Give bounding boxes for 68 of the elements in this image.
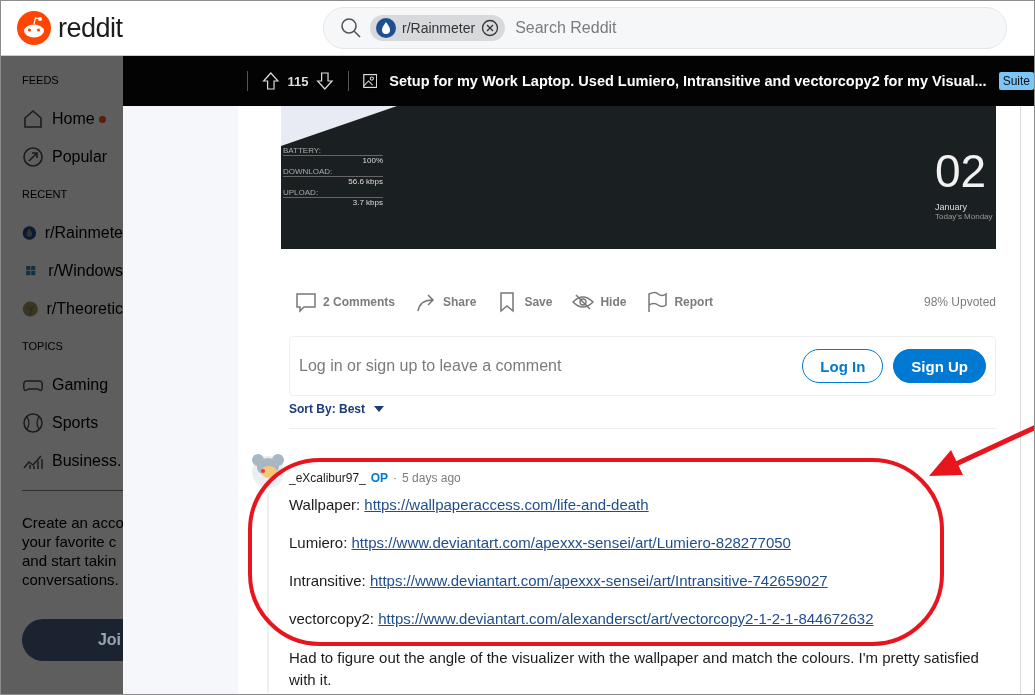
comment-time: 5 days ago	[402, 471, 461, 485]
comment-link[interactable]: https://wallpaperaccess.com/life-and-death	[364, 496, 649, 513]
stat-label: UPLOAD:	[283, 188, 383, 198]
comment-paragraph: Intransitive: https://www.deviantart.com/apexxx-sensei/art/Intransitive-742659027	[289, 571, 829, 591]
comment-author[interactable]: _eXcalibur97_	[289, 471, 366, 485]
promo-text: conversations.	[22, 570, 120, 589]
downvote-icon[interactable]	[316, 69, 335, 93]
sidebar-item[interactable]: r/Theoretic	[22, 290, 123, 328]
join-button[interactable]: Joi	[22, 619, 123, 661]
sidebar-item[interactable]: Home	[22, 100, 123, 138]
popular-icon	[22, 146, 44, 168]
stat-value: 3.7 kbps	[351, 198, 383, 207]
sidebar-item[interactable]: Gaming	[22, 366, 123, 404]
separator-dot: ·	[393, 471, 398, 485]
flag	[646, 291, 669, 313]
comment-link[interactable]: https://www.deviantart.com/alexandersct/art/vectorcopy2-1-2-1-844672632	[378, 610, 874, 627]
signup-button[interactable]: Sign Up	[893, 349, 986, 383]
image-icon	[362, 72, 378, 90]
action-button[interactable]: Save	[492, 289, 557, 315]
promo-text: your favorite c	[22, 532, 118, 551]
stat-value: 56.6 kbps	[347, 177, 383, 186]
upvote-icon[interactable]	[261, 69, 280, 93]
sidebar-item[interactable]: Sports	[22, 404, 123, 442]
avatar-icon	[251, 451, 285, 489]
stat-label: DOWNLOAD:	[283, 167, 383, 177]
comment-link[interactable]: https://www.deviantart.com/apexxx-sensei/art/Lumiero-828277050	[351, 534, 791, 551]
month-text: January	[935, 202, 969, 212]
comment-paragraph: Lumiero: https://www.deviantart.com/apexxx-sensei/art/Lumiero-828277050	[289, 533, 792, 553]
day-number: 02	[935, 148, 988, 194]
sidebar-item[interactable]: r/Windows	[22, 252, 123, 290]
caret-icon	[374, 406, 384, 412]
comment-paragraph: vectorcopy2: https://www.deviantart.com/alexandersct/art/vectorcopy2-1-2-1-844672632	[289, 609, 875, 629]
weekday-text: Today's Monday	[935, 212, 994, 221]
search-icon	[340, 17, 362, 39]
home-icon	[22, 108, 44, 130]
section-heading: TOPICS	[22, 340, 64, 352]
action-button[interactable]: 2 Comments	[291, 289, 400, 315]
action-button[interactable]: Hide	[568, 289, 631, 315]
drop-icon	[376, 18, 396, 38]
upvote-ratio: 98% Upvoted	[923, 295, 996, 309]
sidebar-item[interactable]: Business.	[22, 442, 123, 480]
comment	[295, 291, 317, 313]
close-icon[interactable]	[481, 19, 500, 37]
vote-count: 115	[287, 73, 309, 89]
search-field[interactable]: r/Rainmeter Search Reddit	[323, 7, 1007, 49]
ball-icon	[22, 412, 44, 434]
promo-text: and start takin	[22, 551, 118, 570]
comment-link[interactable]: https://www.deviantart.com/apexxx-sensei/art/Intransitive-742659027	[369, 572, 828, 589]
login-button[interactable]: Log In	[802, 349, 884, 383]
stat-label: BATTERY:	[283, 146, 383, 156]
op-tag: OP	[370, 471, 389, 485]
logo-icon[interactable]	[17, 11, 51, 45]
sidebar-item[interactable]: r/Rainmete	[22, 214, 123, 252]
flair-tag: Suite	[998, 72, 1034, 90]
logo-wordmark[interactable]: reddit	[58, 12, 123, 44]
promo-text: Create an acco	[22, 513, 123, 532]
sort-dropdown[interactable]: Sort By: Best	[289, 402, 384, 416]
action-button[interactable]: Share	[411, 289, 481, 315]
section-heading: FEEDS	[22, 74, 60, 86]
stat-value: 100%	[361, 156, 383, 165]
post-title: Setup for my Work Laptop. Used Lumiero, Intransitive and vectorcopy2 for my Visual...	[389, 73, 987, 89]
sidebar-item[interactable]: Popular	[22, 138, 123, 176]
subreddit-chip[interactable]: r/Rainmeter	[370, 15, 506, 41]
comment-paragraph: Had to figure out the angle of the visualizer with the wallpaper and match the colours. I'm pretty satisfied with it.	[289, 648, 980, 690]
prompt-text: Log in or sign up to leave a comment	[299, 357, 563, 375]
action-button[interactable]: Report	[642, 289, 718, 315]
comment-paragraph: Wallpaper: https://wallpaperaccess.com/life-and-death	[289, 495, 650, 515]
section-heading: RECENT	[22, 188, 69, 200]
